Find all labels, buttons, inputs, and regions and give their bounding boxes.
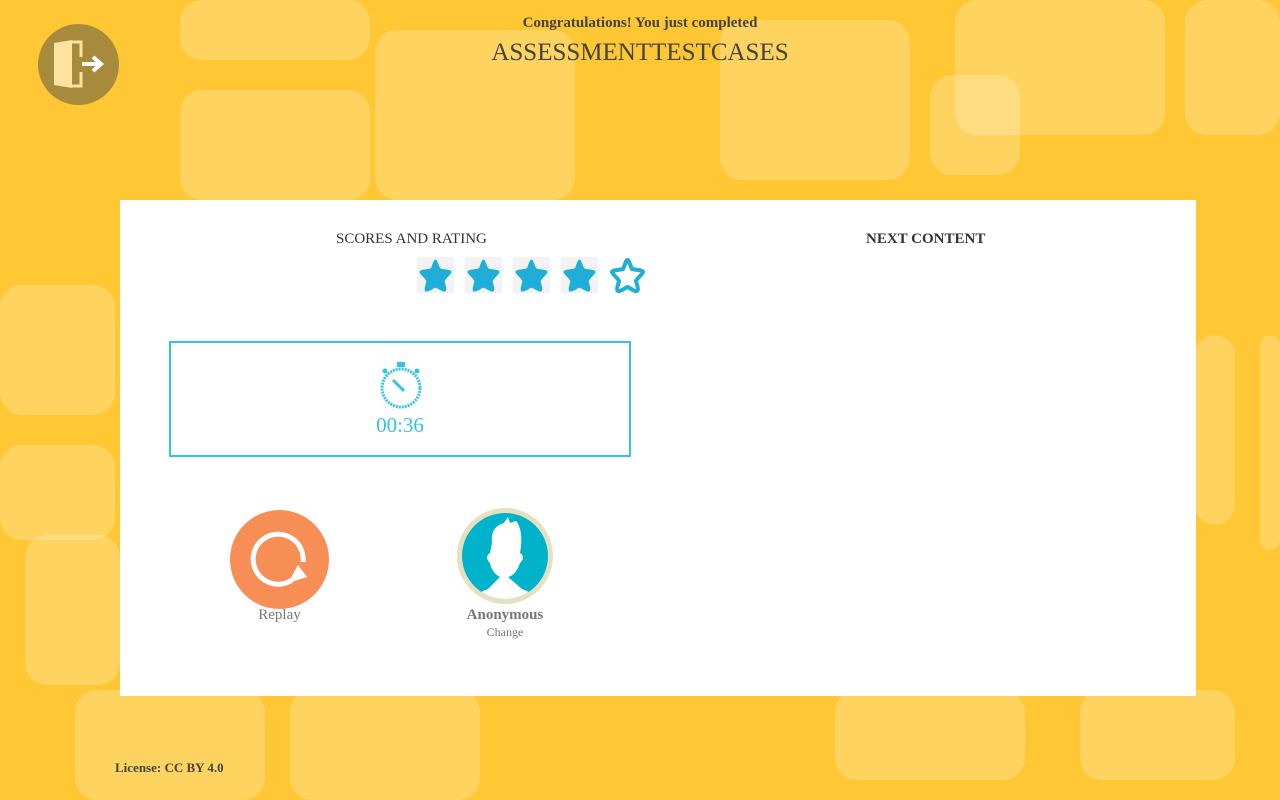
star-filled-icon bbox=[417, 257, 454, 293]
star-rating bbox=[417, 257, 646, 294]
star-empty-icon bbox=[609, 257, 646, 294]
results-card: SCORES AND RATING 00:36 Replay Anonymous… bbox=[120, 200, 1196, 696]
congrats-text: Congratulations! You just completed bbox=[522, 15, 758, 31]
star-filled-icon bbox=[465, 257, 502, 293]
elapsed-time: 00:36 bbox=[376, 413, 424, 437]
timer-box: 00:36 bbox=[169, 341, 631, 457]
scores-title: SCORES AND RATING bbox=[336, 231, 487, 247]
star-filled-icon bbox=[561, 257, 598, 293]
user-name: Anonymous bbox=[466, 607, 544, 623]
star-filled-icon bbox=[513, 257, 550, 293]
replay-icon bbox=[250, 531, 307, 587]
replay-label: Replay bbox=[258, 607, 301, 623]
content-title: ASSESSMENTTESTCASES bbox=[491, 39, 789, 66]
next-content-title: NEXT CONTENT bbox=[866, 231, 986, 247]
replay-button[interactable] bbox=[230, 510, 329, 609]
user-avatar[interactable] bbox=[457, 508, 553, 604]
change-user-link[interactable]: Change bbox=[445, 625, 565, 640]
avatar-icon bbox=[472, 517, 538, 599]
license-text: License: CC BY 4.0 bbox=[115, 760, 224, 775]
stopwatch-icon bbox=[380, 362, 422, 409]
